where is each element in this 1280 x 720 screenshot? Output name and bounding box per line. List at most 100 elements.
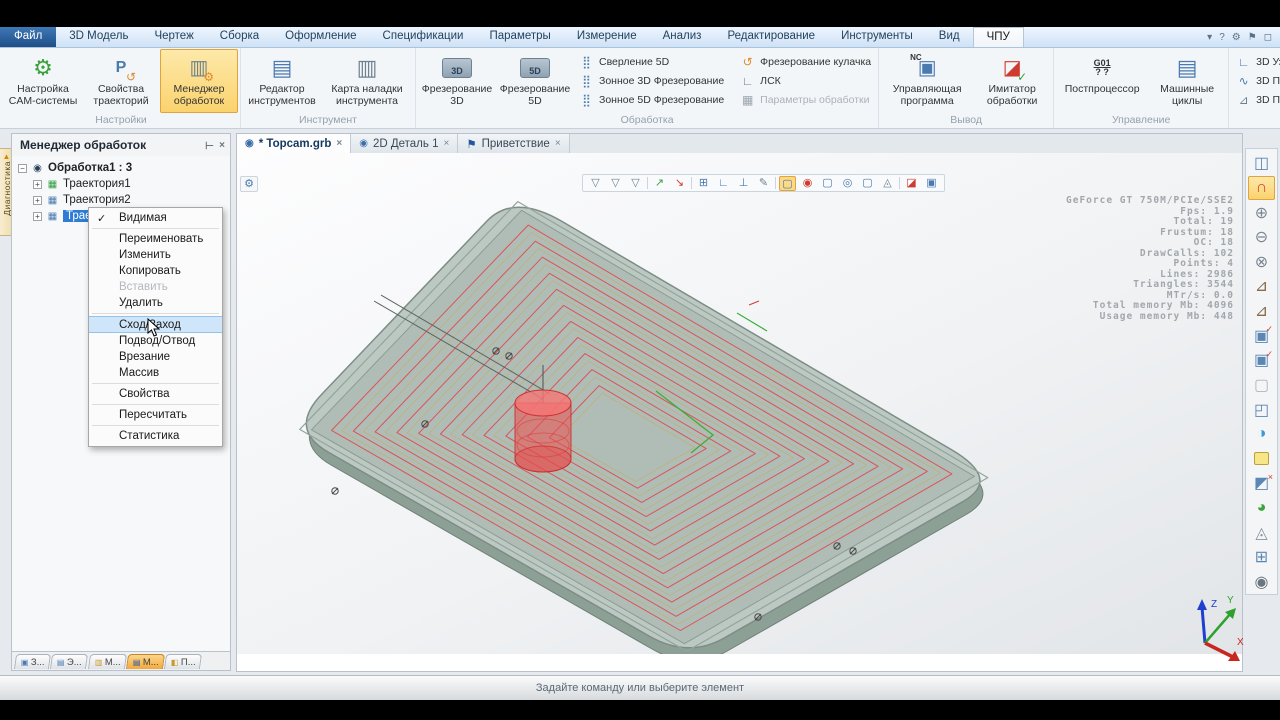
doc-tab-topcam[interactable]: ◉ * Topcam.grb × <box>237 134 352 153</box>
panel-tab-4[interactable]: ◧ П... <box>164 654 203 669</box>
simulator-button[interactable]: ◪ ✓ Имитатор обработки <box>973 49 1051 113</box>
window-split-icon[interactable]: ◫ <box>1248 151 1275 176</box>
menu-tools[interactable]: Инструменты <box>828 27 926 47</box>
pin-icon[interactable]: ⊥ <box>203 141 214 150</box>
menu-parameters[interactable]: Параметры <box>477 27 564 47</box>
menu-3d-model[interactable]: 3D Модель <box>56 27 141 47</box>
menu-editing[interactable]: Редактирование <box>714 27 828 47</box>
ctx-edit[interactable]: Изменить <box>89 247 222 263</box>
machining-manager-button[interactable]: ▥ ⚙ Менеджер обработок <box>160 49 238 113</box>
shaded-edges-icon[interactable]: ◎ <box>839 176 856 191</box>
filter-doc-icon[interactable]: ▽ <box>627 176 644 191</box>
menu-drawing[interactable]: Чертеж <box>141 27 206 47</box>
machine-cycles-button[interactable]: ▤ Машинные циклы <box>1148 49 1226 113</box>
menu-assembly[interactable]: Сборка <box>207 27 272 47</box>
postprocessor-button[interactable]: G01? ? Постпроцессор <box>1056 49 1148 113</box>
zoom-window-icon[interactable]: ⊖ <box>1248 225 1275 250</box>
zone-5d-milling-button[interactable]: ⣿ Зонное 5D Фрезерование <box>576 91 727 110</box>
ruler-2-icon[interactable]: ⊿ <box>1248 299 1275 324</box>
tool-editor-button[interactable]: ▤ Редактор инструментов <box>243 49 321 113</box>
clip-plane-icon[interactable]: ◪ <box>903 176 920 191</box>
wireframe-mode-icon[interactable]: ▢ <box>779 175 796 191</box>
menu-analysis[interactable]: Анализ <box>650 27 715 47</box>
ctx-visible[interactable]: Видимая <box>89 210 222 226</box>
panel-tab-2[interactable]: ▥ М... <box>87 654 127 669</box>
help-icon[interactable]: ? <box>1219 32 1225 43</box>
render-sphere-icon[interactable]: ◑ <box>1248 422 1275 447</box>
workplane-icon[interactable]: ⊞ <box>695 176 712 191</box>
collapse-icon[interactable]: − <box>18 163 27 173</box>
flag-icon[interactable]: ⚑ <box>1248 32 1257 43</box>
lcs-toolbar-icon[interactable]: ∟ <box>715 176 732 191</box>
ctx-paste[interactable]: Вставить <box>89 279 222 295</box>
wire-cone-icon[interactable]: ◬ <box>1248 520 1275 545</box>
machining-params-button[interactable]: ▦ Параметры обработки <box>737 91 874 110</box>
ctx-array[interactable]: Массив <box>89 365 222 381</box>
ctx-rename[interactable]: Переименовать <box>89 231 222 247</box>
trajectory-properties-button[interactable]: P ↺ Свойства траекторий <box>82 49 160 113</box>
3d-canvas[interactable]: ▽ ▽ ▽ ↗ ↘ ⊞ ∟ ⊥ ✎ ▢ ◉ ▢ ◎ ▢ ◬ ◪ ▣ ⚙ GeFo… <box>237 153 1244 690</box>
hidden-lines-icon[interactable]: ▢ <box>819 176 836 191</box>
settings-icon[interactable]: ⚙ <box>1232 32 1241 43</box>
check-model-cube-icon[interactable]: ▣ ✓ <box>1248 323 1275 348</box>
close-tab-icon[interactable]: × <box>443 138 449 149</box>
panel-tab-0[interactable]: ▣ З... <box>13 654 52 669</box>
ruler-icon[interactable]: ⊿ <box>1248 274 1275 299</box>
doc-tab-welcome[interactable]: ⚑ Приветствие × <box>458 134 570 153</box>
milling-3d-button[interactable]: 3D Фрезерование 3D <box>418 49 496 113</box>
menu-measure[interactable]: Измерение <box>564 27 650 47</box>
close-icon[interactable]: × <box>219 140 225 151</box>
ctx-plunge[interactable]: Врезание <box>89 349 222 365</box>
box-mode-icon[interactable]: ▢ <box>859 176 876 191</box>
menu-view[interactable]: Вид <box>926 27 973 47</box>
lcs-button[interactable]: ∟ ЛСК <box>737 71 874 90</box>
menu-cnc[interactable]: ЧПУ <box>972 27 1024 47</box>
menu-specifications[interactable]: Спецификации <box>370 27 477 47</box>
nc-program-button[interactable]: ▣ NC Управляющая программа <box>881 49 973 113</box>
milling-5d-button[interactable]: 5D Фрезерование 5D <box>496 49 574 113</box>
3d-path-button[interactable]: ∿3D Путь <box>1233 71 1280 90</box>
material-icon[interactable]: ▣ <box>923 176 940 191</box>
expand-icon[interactable]: + <box>33 179 42 189</box>
zoom-extents-icon[interactable]: ⊕ <box>1248 200 1275 225</box>
axes-icon[interactable]: ⊥ <box>735 176 752 191</box>
filter-frame-icon[interactable]: ▽ <box>607 176 624 191</box>
menu-file[interactable]: Файл <box>0 27 57 47</box>
close-tab-icon[interactable]: × <box>336 138 342 149</box>
sphere-green-icon[interactable]: ◕ <box>1248 496 1275 521</box>
ctx-recalculate[interactable]: Пересчитать <box>89 407 222 423</box>
ctx-delete[interactable]: Удалить <box>89 295 222 311</box>
drilling-5d-button[interactable]: ⣿ Сверление 5D <box>576 52 727 71</box>
zoom-select-icon[interactable]: ⊗ <box>1248 250 1275 275</box>
cam-settings-button[interactable]: ⚙ Настройка CAM-системы <box>4 49 82 113</box>
ctx-properties[interactable]: Свойства <box>89 386 222 402</box>
panel-tab-1[interactable]: ▤ Э... <box>50 654 89 669</box>
expand-icon[interactable]: + <box>33 211 42 221</box>
check-model-cube-2-icon[interactable]: ▣ ✓ <box>1248 348 1275 373</box>
3d-profile-button[interactable]: ⊿3D Профиль <box>1233 91 1280 110</box>
doc-tab-2d-detail[interactable]: ◉ 2D Деталь 1 × <box>351 134 459 153</box>
window-layout-icon[interactable]: ◻ <box>1264 32 1272 43</box>
cancel-icon[interactable]: ↘ <box>671 176 688 191</box>
expand-icon[interactable]: + <box>33 195 42 205</box>
close-tab-icon[interactable]: × <box>555 138 561 149</box>
section-view-icon[interactable]: ◰ <box>1248 397 1275 422</box>
triad-icon[interactable]: ◬ <box>879 176 896 191</box>
viewport-gear-icon[interactable]: ⚙ <box>240 176 258 192</box>
shaded-mode-icon[interactable]: ◉ <box>799 176 816 191</box>
menu-decoration[interactable]: Оформление <box>272 27 369 47</box>
tree-row-machining1[interactable]: − ◉ Обработка1 : 3 <box>18 160 230 176</box>
camera-icon[interactable]: ◉ <box>1248 569 1275 594</box>
3d-node-button[interactable]: ∟3D Узел <box>1233 52 1280 71</box>
apply-icon[interactable]: ↗ <box>651 176 668 191</box>
yellow-note-icon[interactable] <box>1248 446 1275 471</box>
tree-row-trajectory1[interactable]: + ▦ Траектория1 <box>18 176 230 192</box>
panel-tab-3[interactable]: ▤ М... <box>125 654 166 669</box>
quick-access-dropdown-icon[interactable]: ▾ <box>1207 32 1212 43</box>
window-wrench-icon[interactable]: ⊞ <box>1248 545 1275 570</box>
tree-row-trajectory2[interactable]: + ▦ Траектория2 <box>18 192 230 208</box>
hide-element-icon[interactable]: ◩ × <box>1248 471 1275 496</box>
zone-3d-milling-button[interactable]: ⣿ Зонное 3D Фрезерование <box>576 71 727 90</box>
tool-setup-map-button[interactable]: ▥ Карта наладки инструмента <box>321 49 413 113</box>
ctx-statistics[interactable]: Статистика <box>89 428 222 444</box>
